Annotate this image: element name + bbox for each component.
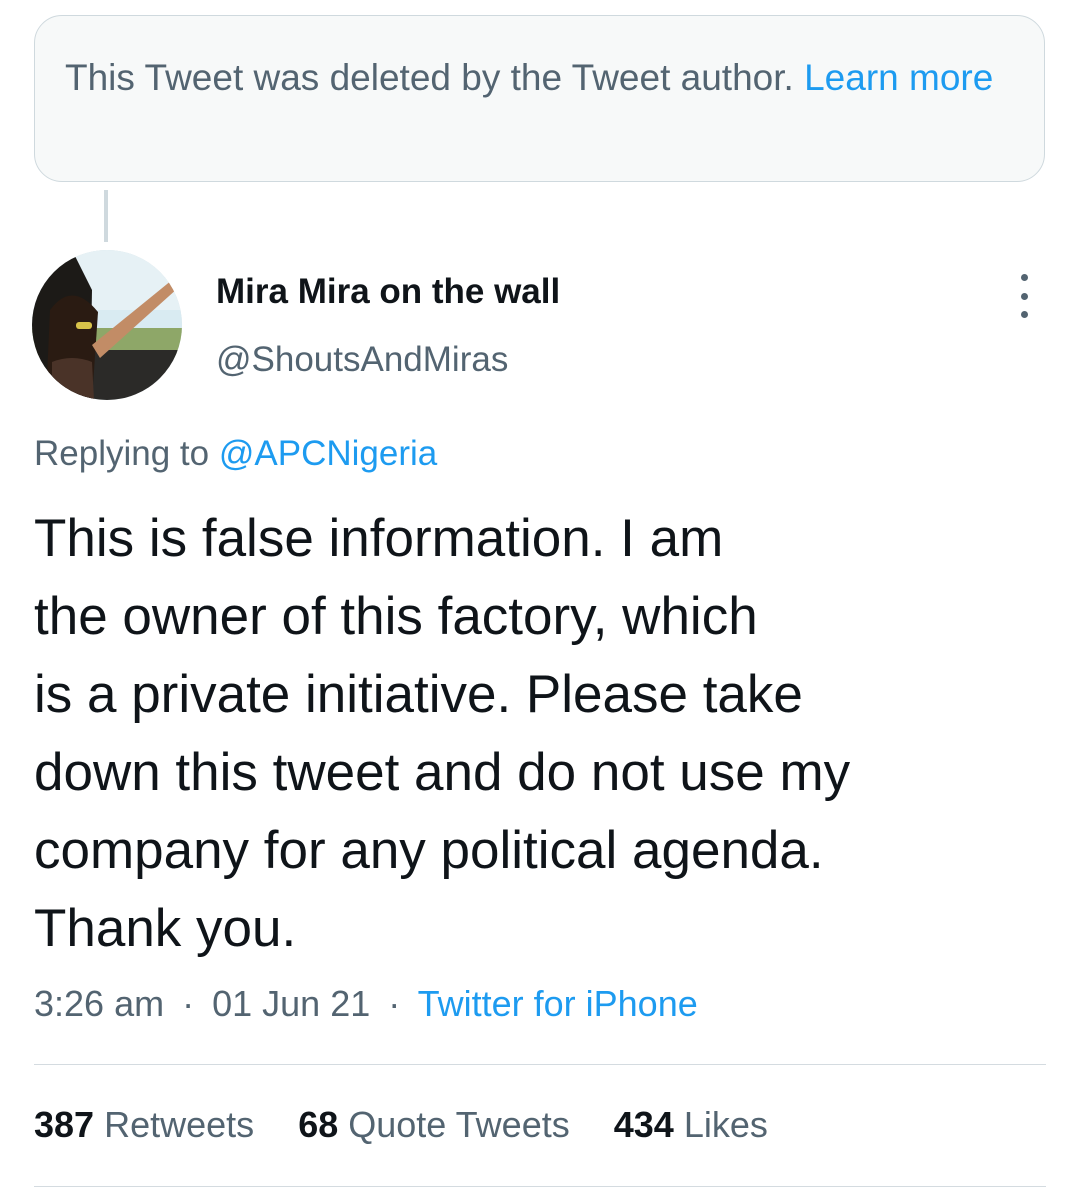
replying-to: Replying to @APCNigeria [34, 434, 437, 474]
tweet-date[interactable]: 01 Jun 21 [212, 983, 370, 1024]
meta-separator: · [182, 983, 195, 1024]
deleted-notice-text: This Tweet was deleted by the Tweet auth… [65, 57, 794, 98]
tweet-stats: 387 Retweets 68 Quote Tweets 434 Likes [34, 1104, 802, 1146]
tweet-metadata: 3:26 am · 01 Jun 21 · Twitter for iPhone [34, 983, 698, 1025]
meta-separator: · [388, 983, 401, 1024]
author-handle[interactable]: @ShoutsAndMiras [216, 340, 508, 380]
tweet-time[interactable]: 3:26 am [34, 983, 164, 1024]
tweet-text-line: This is false information. I am [34, 509, 724, 568]
author-display-name[interactable]: Mira Mira on the wall [216, 272, 560, 312]
quote-tweets-label: Quote Tweets [348, 1104, 570, 1145]
tweet-text-line: company for any political agenda. [34, 821, 824, 880]
retweets-count: 387 [34, 1104, 95, 1145]
more-vertical-icon-dot [1020, 292, 1028, 300]
avatar-photo [32, 250, 182, 400]
retweets-stat[interactable]: 387 Retweets [34, 1104, 264, 1145]
divider [34, 1186, 1046, 1187]
replying-to-label: Replying to [34, 434, 210, 473]
tweet-text-line: Thank you. [34, 899, 297, 958]
tweet-source-link[interactable]: Twitter for iPhone [418, 983, 698, 1024]
learn-more-link[interactable]: Learn more [804, 57, 993, 98]
likes-count: 434 [613, 1104, 674, 1145]
avatar[interactable] [32, 250, 182, 400]
divider [34, 1064, 1046, 1065]
tweet-text-line: down this tweet and do not use my [34, 743, 851, 802]
deleted-tweet-notice: This Tweet was deleted by the Tweet auth… [34, 15, 1045, 182]
thread-connector-line [104, 190, 108, 242]
likes-stat[interactable]: 434 Likes [614, 1104, 768, 1145]
more-options-button[interactable] [1006, 274, 1042, 318]
more-vertical-icon-dot [1020, 311, 1028, 318]
reply-mention-link[interactable]: @APCNigeria [219, 434, 437, 473]
tweet-text-line: is a private initiative. Please take [34, 665, 803, 724]
quote-tweets-stat[interactable]: 68 Quote Tweets [298, 1104, 580, 1145]
tweet-text-line: the owner of this factory, which [34, 587, 758, 646]
tweet-text: This is false information. I am the owne… [34, 500, 1014, 968]
quote-tweets-count: 68 [298, 1104, 339, 1145]
retweets-label: Retweets [104, 1104, 255, 1145]
more-vertical-icon [1020, 274, 1028, 281]
likes-label: Likes [683, 1104, 768, 1145]
